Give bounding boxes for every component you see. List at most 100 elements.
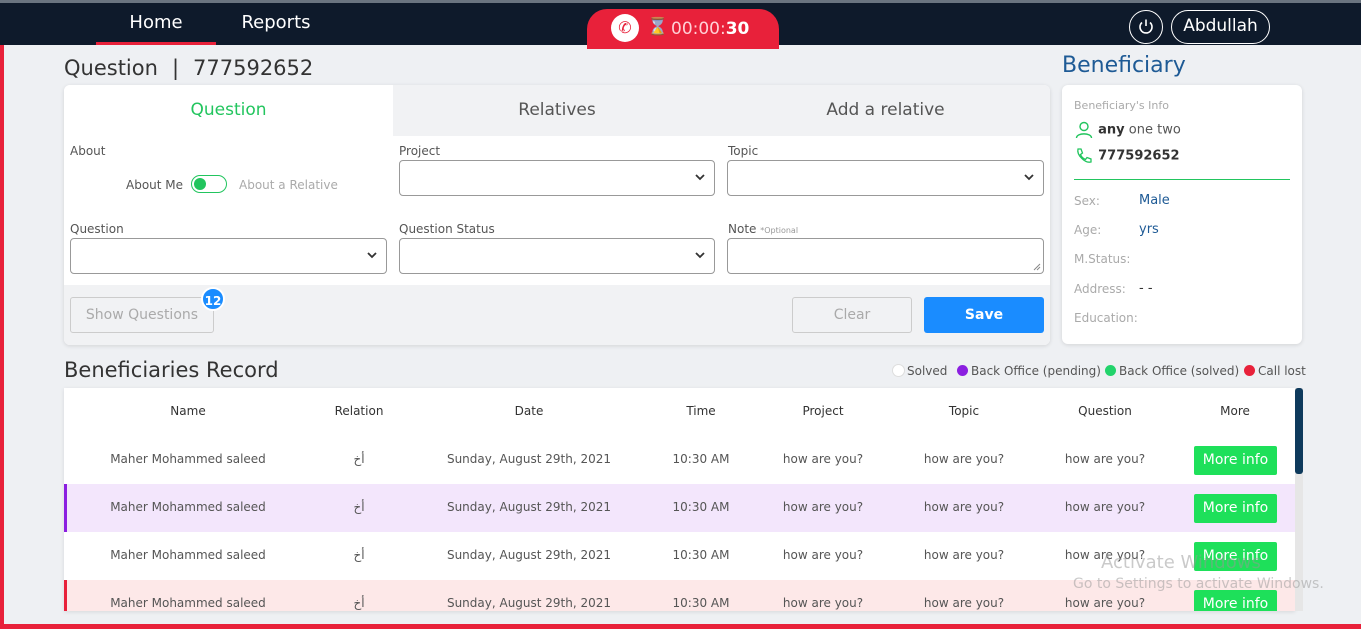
top-navbar: Home Reports ✆ ⌛ 00:00:30 Abdullah	[0, 0, 1361, 49]
cell-time: 10:30 AM	[672, 596, 730, 610]
save-button[interactable]: Save	[924, 297, 1044, 333]
phone-icon[interactable]: ✆	[611, 14, 639, 42]
cell-name: Maher Mohammed saleed	[110, 500, 266, 514]
cell-question: how are you?	[1064, 500, 1146, 514]
note-textarea[interactable]	[727, 238, 1044, 274]
call-timer: ✆ ⌛ 00:00:30	[587, 9, 779, 49]
call-timer-text: 00:00:30	[671, 19, 750, 39]
nav-reports[interactable]: Reports	[226, 3, 326, 45]
activate-windows-title: Activate Windows	[1101, 552, 1261, 573]
age-label: Age:	[1074, 223, 1102, 237]
col-more: More	[1220, 404, 1250, 418]
education-label: Education:	[1074, 311, 1138, 325]
chevron-down-icon	[695, 174, 705, 181]
age-value: yrs	[1139, 222, 1159, 237]
power-button[interactable]	[1129, 10, 1163, 44]
cell-time: 10:30 AM	[672, 548, 730, 562]
cell-topic: how are you?	[923, 596, 1005, 610]
row-status-accent	[64, 484, 67, 532]
show-questions-button[interactable]: Show Questions	[70, 297, 214, 333]
about-relative-label: About a Relative	[239, 178, 338, 192]
form-footer: Show Questions 12 Clear Save	[64, 285, 1050, 345]
beneficiary-title: Beneficiary	[1062, 53, 1186, 78]
cell-project: how are you?	[782, 548, 864, 562]
cell-topic: how are you?	[923, 548, 1005, 562]
cell-date: Sunday, August 29th, 2021	[446, 500, 612, 514]
legend-call-lost: Call lost	[1244, 364, 1306, 378]
col-question: Question	[1078, 404, 1132, 418]
more-info-button[interactable]: More info	[1194, 590, 1277, 611]
address-value: - -	[1139, 281, 1153, 296]
col-time: Time	[686, 404, 716, 418]
cell-question: how are you?	[1064, 452, 1146, 466]
records-title: Beneficiaries Record	[64, 358, 279, 382]
beneficiary-card: Beneficiary's Info any one two 777592652…	[1062, 85, 1302, 344]
table-row[interactable]: Maher Mohammed saleed أخ Sunday, August 29…	[64, 484, 1295, 532]
legend-dot	[1105, 365, 1116, 376]
col-relation: Relation	[334, 404, 384, 418]
cell-date: Sunday, August 29th, 2021	[446, 452, 612, 466]
more-info-button[interactable]: More info	[1194, 446, 1277, 475]
bottom-accent-bar	[0, 624, 1361, 629]
cell-date: Sunday, August 29th, 2021	[446, 596, 612, 610]
row-status-accent	[64, 580, 67, 611]
marital-status-label: M.Status:	[1074, 252, 1131, 266]
chevron-down-icon	[695, 252, 705, 259]
page-title: Question | 777592652	[64, 56, 314, 80]
address-label: Address:	[1074, 282, 1126, 296]
resize-grip-icon	[1033, 263, 1041, 271]
cell-project: how are you?	[782, 596, 864, 610]
legend-dot	[1244, 365, 1255, 376]
about-me-label: About Me	[126, 178, 184, 192]
note-label: Note *Optional	[728, 222, 799, 236]
project-select[interactable]	[399, 160, 715, 196]
cell-question: how are you?	[1064, 596, 1146, 610]
cell-topic: how are you?	[923, 452, 1005, 466]
tab-question[interactable]: Question	[64, 85, 393, 136]
table-row[interactable]: Maher Mohammed saleed أخ Sunday, August 29…	[64, 436, 1295, 484]
legend-dot	[893, 365, 904, 376]
user-menu-button[interactable]: Abdullah	[1171, 10, 1270, 44]
cell-relation: أخ	[353, 596, 365, 610]
chevron-down-icon	[1024, 174, 1034, 181]
cell-topic: how are you?	[923, 500, 1005, 514]
tab-relatives[interactable]: Relatives	[393, 85, 721, 136]
cell-relation: أخ	[353, 452, 365, 466]
cell-date: Sunday, August 29th, 2021	[446, 548, 612, 562]
about-label: About	[70, 144, 106, 158]
cell-project: how are you?	[782, 452, 864, 466]
cell-project: how are you?	[782, 500, 864, 514]
cell-name: Maher Mohammed saleed	[110, 596, 266, 610]
question-select[interactable]	[70, 238, 387, 274]
clear-button[interactable]: Clear	[792, 297, 912, 333]
cell-name: Maher Mohammed saleed	[110, 452, 266, 466]
questions-count-badge: 12	[201, 287, 225, 311]
table-header: Name Relation Date Time Project Topic Qu…	[64, 388, 1295, 436]
tab-add-relative[interactable]: Add a relative	[721, 85, 1050, 136]
cell-time: 10:30 AM	[672, 500, 730, 514]
beneficiary-divider	[1074, 179, 1290, 180]
beneficiary-info-header: Beneficiary's Info	[1074, 99, 1169, 112]
toggle-knob	[194, 178, 206, 190]
phone-icon	[1077, 148, 1092, 163]
legend-solved: Solved	[893, 364, 947, 378]
scrollbar-thumb[interactable]	[1295, 388, 1303, 474]
legend-dot	[957, 365, 968, 376]
cell-time: 10:30 AM	[672, 452, 730, 466]
beneficiary-phone: 777592652	[1074, 147, 1180, 165]
hourglass-icon: ⌛	[647, 17, 669, 37]
nav-home[interactable]: Home	[96, 3, 216, 45]
question-status-select[interactable]	[399, 238, 715, 274]
question-status-label: Question Status	[399, 222, 495, 236]
project-label: Project	[399, 144, 441, 158]
topic-select[interactable]	[727, 160, 1044, 196]
topic-label: Topic	[728, 144, 759, 158]
user-icon	[1075, 121, 1093, 139]
more-info-button[interactable]: More info	[1194, 494, 1277, 523]
col-topic: Topic	[948, 404, 980, 418]
sex-value: Male	[1139, 193, 1170, 208]
col-name: Name	[170, 404, 206, 418]
about-toggle[interactable]	[191, 175, 227, 193]
cell-relation: أخ	[353, 548, 365, 562]
cell-relation: أخ	[353, 500, 365, 514]
